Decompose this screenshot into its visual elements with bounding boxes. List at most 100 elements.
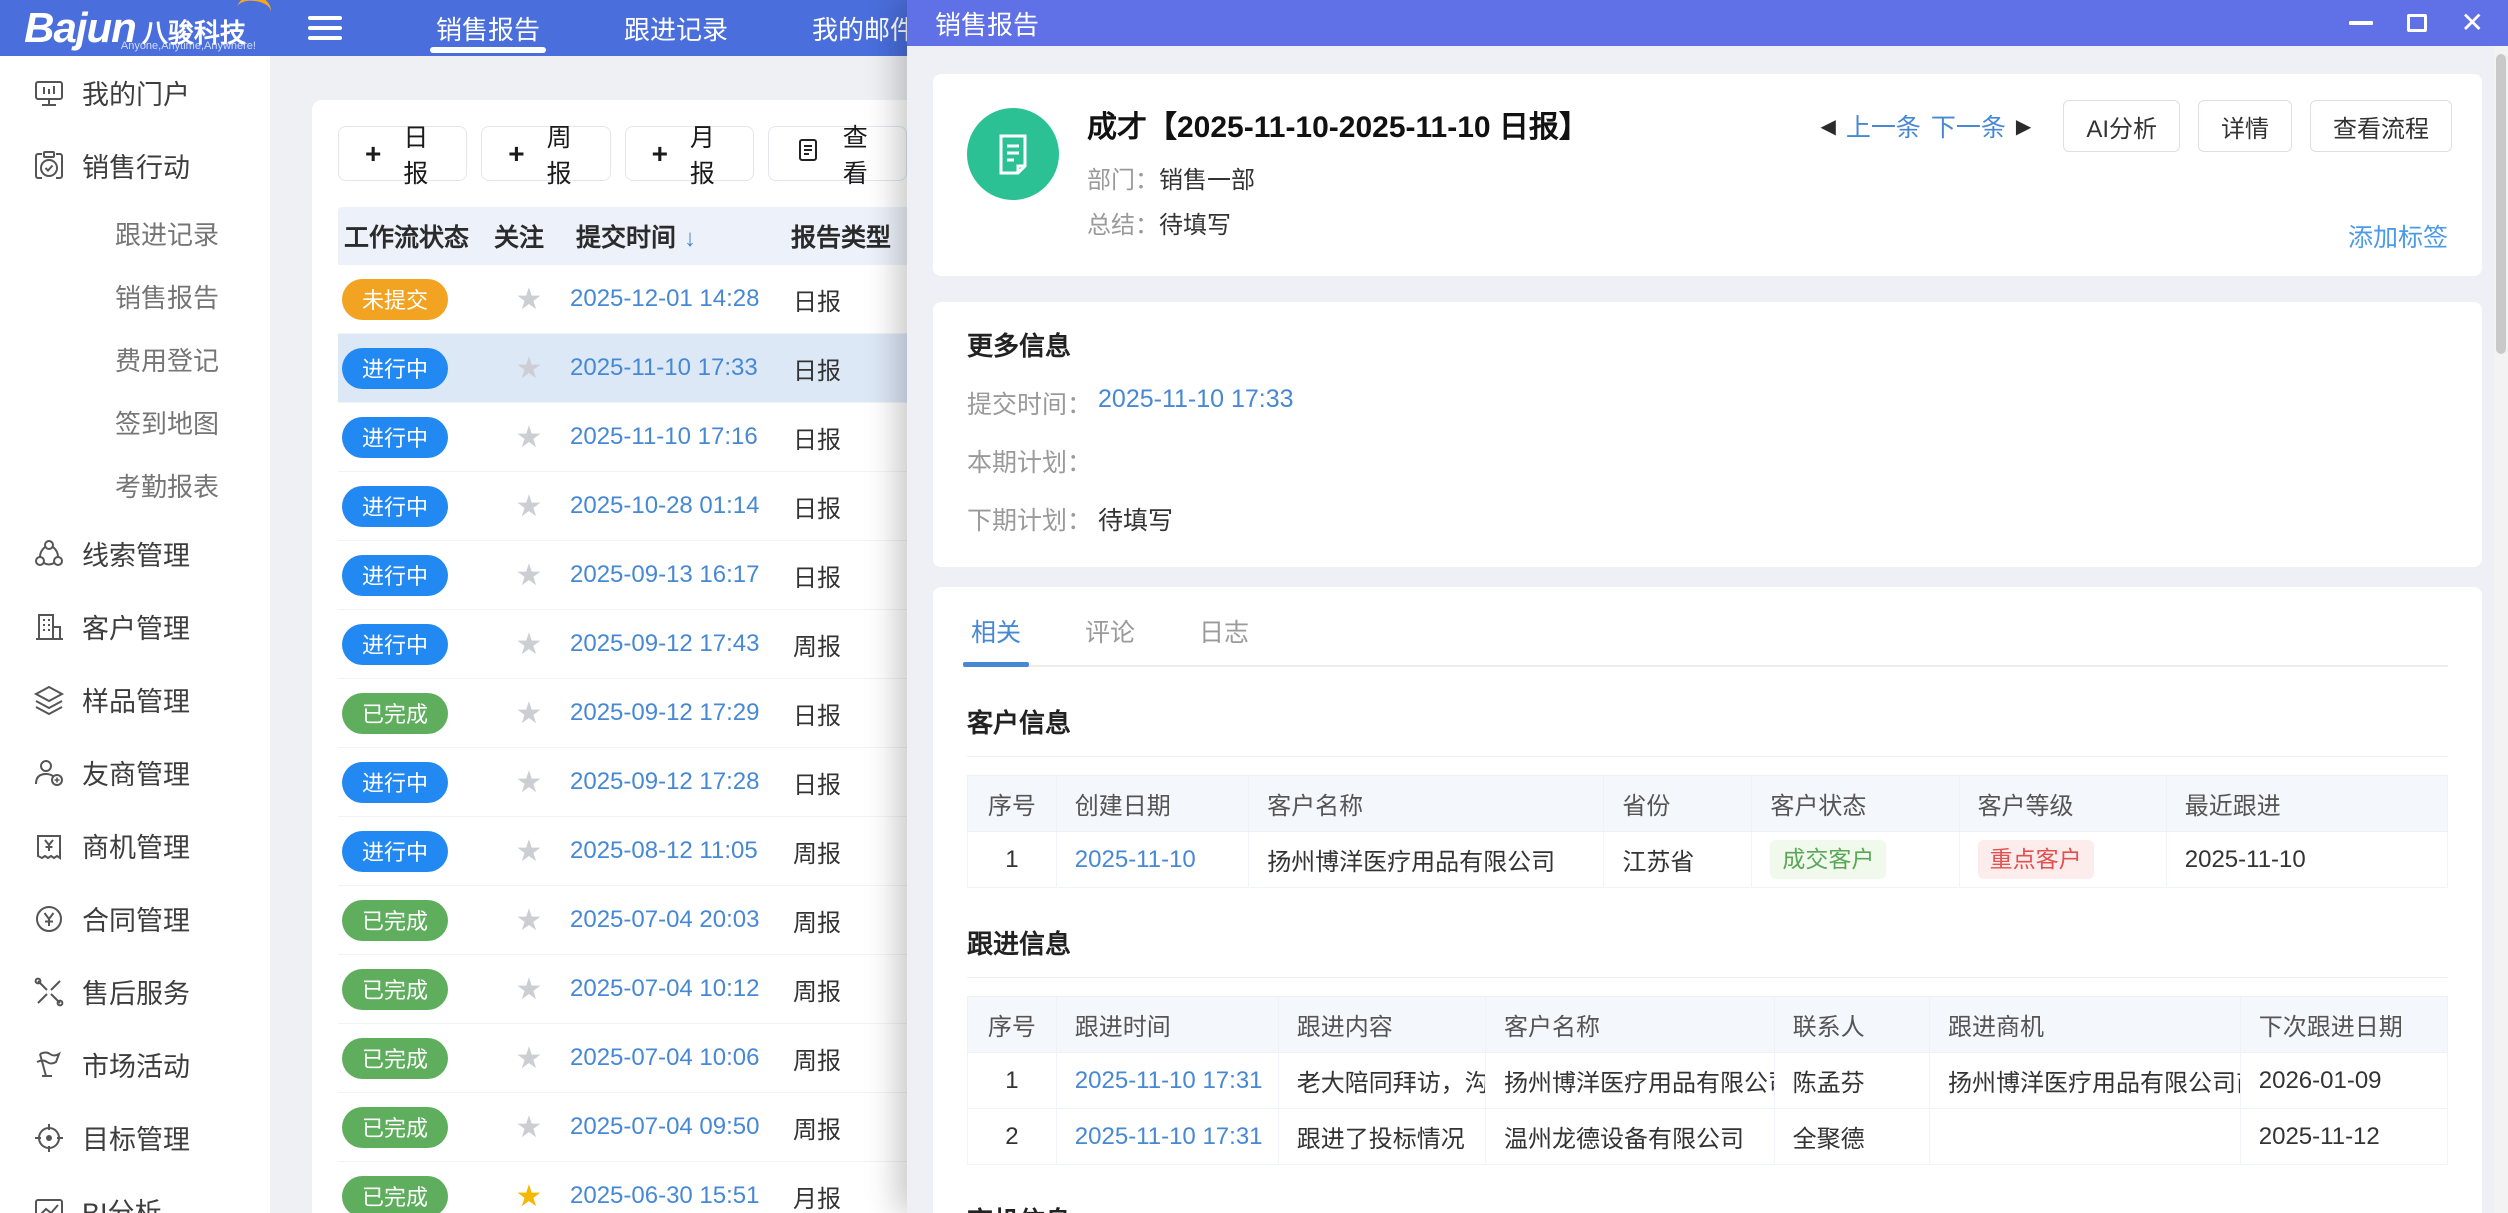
star-icon[interactable]: ★ bbox=[516, 628, 543, 661]
follow-time-link[interactable]: 2025-11-10 17:31 bbox=[1075, 1123, 1263, 1150]
dialog-title: 销售报告 bbox=[935, 5, 2349, 42]
star-icon[interactable]: ★ bbox=[516, 904, 543, 937]
tab-comments[interactable]: 评论 bbox=[1081, 607, 1139, 665]
report-time-link[interactable]: 2025-09-12 17:43 bbox=[570, 630, 760, 657]
star-icon[interactable]: ★ bbox=[516, 835, 543, 868]
nav-tab-follow-records[interactable]: 跟进记录 bbox=[582, 0, 770, 56]
star-icon[interactable]: ★ bbox=[516, 1042, 543, 1075]
star-icon[interactable]: ★ bbox=[516, 283, 543, 316]
sidebar-item-bi[interactable]: BI分析 bbox=[0, 1174, 270, 1213]
star-icon[interactable]: ★ bbox=[516, 1111, 543, 1144]
dialog-scrollbar[interactable] bbox=[2494, 46, 2508, 1213]
report-actions: ◀ 上一条 下一条 ▶ AI分析 详情 查看流程 bbox=[1821, 100, 2453, 152]
follow-time-link[interactable]: 2025-11-10 17:31 bbox=[1075, 1067, 1263, 1094]
sidebar-subitem-follow-records[interactable]: 跟进记录 bbox=[0, 202, 270, 265]
report-header-card: 成才【2025-11-10-2025-11-10 日报】 部门：销售一部 总结：… bbox=[933, 74, 2482, 276]
target-icon bbox=[32, 1121, 66, 1155]
sidebar-item-samples[interactable]: 样品管理 bbox=[0, 663, 270, 736]
nav-tab-sales-report[interactable]: 销售报告 bbox=[394, 0, 582, 56]
prev-record-link[interactable]: 上一条 bbox=[1846, 108, 1921, 144]
sidebar-subitem-checkin-map[interactable]: 签到地图 bbox=[0, 391, 270, 454]
star-icon[interactable]: ★ bbox=[516, 352, 543, 385]
col-type: 报告类型 bbox=[785, 218, 920, 254]
tab-related[interactable]: 相关 bbox=[967, 607, 1025, 665]
sidebar-item-partners[interactable]: 友商管理 bbox=[0, 736, 270, 809]
document-icon bbox=[795, 137, 821, 170]
sidebar-item-label: 友商管理 bbox=[82, 753, 190, 792]
add-monthly-report-button[interactable]: +月报 bbox=[625, 126, 754, 181]
star-icon-active[interactable]: ★ bbox=[516, 1180, 543, 1213]
monitor-icon bbox=[32, 76, 66, 110]
star-icon[interactable]: ★ bbox=[516, 973, 543, 1006]
report-time-link[interactable]: 2025-07-04 09:50 bbox=[570, 1113, 760, 1140]
customer-level-badge: 重点客户 bbox=[1978, 840, 2094, 880]
report-time-link[interactable]: 2025-11-10 17:16 bbox=[570, 423, 758, 450]
report-time-link[interactable]: 2025-09-12 17:29 bbox=[570, 699, 760, 726]
customer-info-title: 客户信息 bbox=[967, 703, 2448, 757]
next-record-link[interactable]: 下一条 bbox=[1931, 108, 2006, 144]
opportunity-info-title: 商机信息 bbox=[967, 1201, 2448, 1213]
ai-analysis-button[interactable]: AI分析 bbox=[2063, 100, 2180, 152]
maximize-icon[interactable] bbox=[2407, 14, 2427, 32]
view-button[interactable]: 查看 bbox=[768, 126, 907, 181]
status-badge: 进行中 bbox=[342, 624, 448, 665]
close-icon[interactable]: ✕ bbox=[2461, 9, 2484, 37]
dialog-titlebar: 销售报告 ✕ bbox=[907, 0, 2508, 46]
sidebar-subitem-expense[interactable]: 费用登记 bbox=[0, 328, 270, 391]
detail-button[interactable]: 详情 bbox=[2198, 100, 2292, 152]
add-weekly-report-button[interactable]: +周报 bbox=[481, 126, 610, 181]
report-time-link[interactable]: 2025-08-12 11:05 bbox=[570, 837, 758, 864]
add-daily-report-button[interactable]: +日报 bbox=[338, 126, 467, 181]
view-flow-button[interactable]: 查看流程 bbox=[2310, 100, 2452, 152]
next-arrow-icon[interactable]: ▶ bbox=[2016, 114, 2031, 139]
sidebar-item-opportunities[interactable]: 商机管理 bbox=[0, 809, 270, 882]
report-time-link[interactable]: 2025-10-28 01:14 bbox=[570, 492, 760, 519]
sidebar-item-label: 样品管理 bbox=[82, 680, 190, 719]
prev-arrow-icon[interactable]: ◀ bbox=[1821, 114, 1836, 139]
report-time-link[interactable]: 2025-07-04 10:12 bbox=[570, 975, 760, 1002]
sidebar-item-leads[interactable]: 线索管理 bbox=[0, 517, 270, 590]
star-icon[interactable]: ★ bbox=[516, 559, 543, 592]
add-tag-link[interactable]: 添加标签 bbox=[2348, 218, 2448, 254]
sidebar-item-contracts[interactable]: 合同管理 bbox=[0, 882, 270, 955]
sidebar-item-customers[interactable]: 客户管理 bbox=[0, 590, 270, 663]
customer-info-section: 客户信息 序号 创建日期 客户名称 省份 客户状态 客户等级 最近跟进 bbox=[967, 703, 2448, 888]
customer-status-badge: 成交客户 bbox=[1770, 840, 1886, 880]
sidebar-item-targets[interactable]: 目标管理 bbox=[0, 1101, 270, 1174]
col-time[interactable]: 提交时间↓ bbox=[570, 218, 785, 254]
sidebar-subitem-sales-report[interactable]: 销售报告 bbox=[0, 265, 270, 328]
follow-table: 序号 跟进时间 跟进内容 客户名称 联系人 跟进商机 下次跟进日期 1 2025… bbox=[967, 996, 2448, 1165]
star-icon[interactable]: ★ bbox=[516, 697, 543, 730]
status-badge: 已完成 bbox=[342, 969, 448, 1010]
summary-value: 待填写 bbox=[1159, 212, 1231, 239]
report-time-link[interactable]: 2025-07-04 10:06 bbox=[570, 1044, 760, 1071]
customer-row: 1 2025-11-10 扬州博洋医疗用品有限公司 江苏省 成交客户 重点客户 … bbox=[968, 832, 2448, 888]
star-icon[interactable]: ★ bbox=[516, 421, 543, 454]
star-icon[interactable]: ★ bbox=[516, 490, 543, 523]
col-status: 工作流状态 bbox=[338, 218, 488, 254]
sidebar: 我的门户 销售行动 跟进记录 销售报告 费用登记 签到地图 考勤报表 线索管理 … bbox=[0, 56, 270, 1213]
clipboard-check-icon bbox=[32, 149, 66, 183]
report-time-link[interactable]: 2025-11-10 17:33 bbox=[570, 354, 758, 381]
sidebar-item-after-sales[interactable]: 售后服务 bbox=[0, 955, 270, 1028]
minimize-icon[interactable] bbox=[2349, 21, 2373, 25]
star-icon[interactable]: ★ bbox=[516, 766, 543, 799]
report-time-link[interactable]: 2025-09-13 16:17 bbox=[570, 561, 760, 588]
tab-logs[interactable]: 日志 bbox=[1195, 607, 1253, 665]
sidebar-item-sales-action[interactable]: 销售行动 bbox=[0, 129, 270, 202]
report-time-link[interactable]: 2025-06-30 15:51 bbox=[570, 1182, 760, 1209]
sidebar-item-label: 销售行动 bbox=[82, 146, 190, 185]
hamburger-menu-icon[interactable] bbox=[290, 0, 360, 56]
sidebar-subitem-attendance[interactable]: 考勤报表 bbox=[0, 454, 270, 517]
report-time-link[interactable]: 2025-12-01 14:28 bbox=[570, 285, 760, 312]
report-time-link[interactable]: 2025-07-04 20:03 bbox=[570, 906, 760, 933]
sidebar-item-marketing[interactable]: 市场活动 bbox=[0, 1028, 270, 1101]
sidebar-item-label: 目标管理 bbox=[82, 1118, 190, 1157]
submit-time-value[interactable]: 2025-11-10 17:33 bbox=[1098, 385, 1294, 421]
sort-desc-icon[interactable]: ↓ bbox=[684, 225, 696, 252]
follow-row: 2 2025-11-10 17:31 跟进了投标情况 温州龙德设备有限公司 全聚… bbox=[968, 1109, 2448, 1165]
customer-date-link[interactable]: 2025-11-10 bbox=[1075, 846, 1196, 873]
report-time-link[interactable]: 2025-09-12 17:28 bbox=[570, 768, 760, 795]
sidebar-item-my-portal[interactable]: 我的门户 bbox=[0, 56, 270, 129]
scrollbar-thumb[interactable] bbox=[2496, 54, 2506, 354]
